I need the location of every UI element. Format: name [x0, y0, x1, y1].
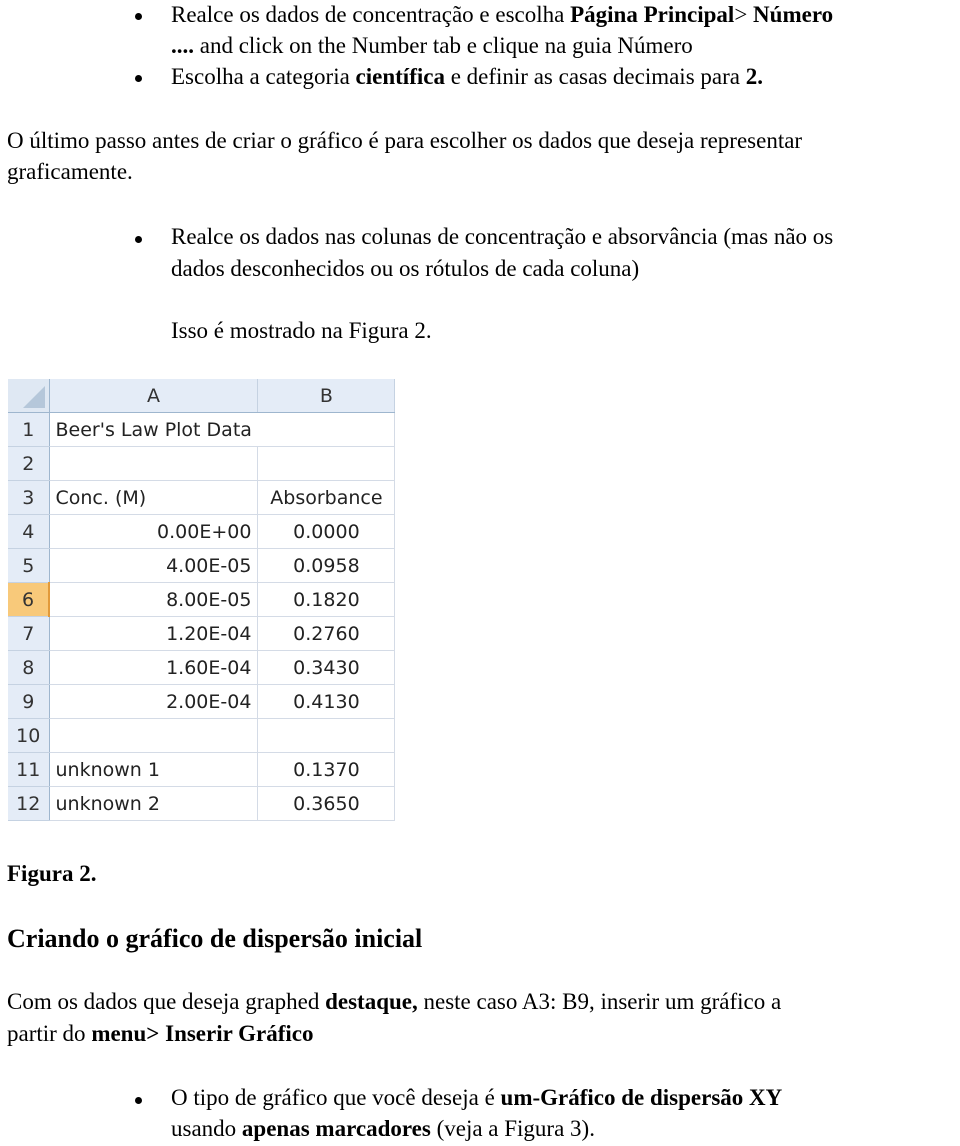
- row-header[interactable]: 7: [8, 616, 50, 651]
- row-header[interactable]: 2: [8, 446, 50, 481]
- instruction-line: O tipo de gráfico que você deseja é um-G…: [171, 1085, 783, 1110]
- table-row: 2: [8, 446, 396, 481]
- cell-a6[interactable]: 8.00E-05: [49, 582, 259, 617]
- cell-b3[interactable]: Absorbance: [257, 480, 396, 515]
- column-header-b[interactable]: B: [257, 379, 396, 413]
- cell-b2[interactable]: [257, 446, 396, 481]
- cell-a4[interactable]: 0.00E+00: [49, 514, 259, 549]
- table-row: 1 Beer's Law Plot Data: [8, 412, 396, 447]
- cell-a12[interactable]: unknown 2: [49, 786, 259, 821]
- cell-b9[interactable]: 0.4130: [257, 684, 396, 719]
- cell-a1[interactable]: Beer's Law Plot Data: [49, 412, 258, 447]
- cell-a2[interactable]: [49, 446, 259, 481]
- row-header[interactable]: 11: [8, 752, 50, 787]
- table-row: 3 Conc. (M) Absorbance: [8, 480, 396, 515]
- table-row: 7 1.20E-04 0.2760: [8, 616, 396, 651]
- instruction-line: .... and click on the Number tab e cliqu…: [171, 33, 693, 58]
- row-header[interactable]: 9: [8, 684, 50, 719]
- cell-a10[interactable]: [49, 718, 259, 753]
- table-row-selected: 6 8.00E-05 0.1820: [8, 582, 396, 617]
- select-all-corner[interactable]: [8, 379, 50, 413]
- figure-reference: Isso é mostrado na Figura 2.: [171, 318, 432, 343]
- row-header-selected[interactable]: 6: [8, 582, 50, 617]
- paragraph-text: Com os dados que deseja graphed destaque…: [7, 989, 782, 1014]
- menu-path-number: Número: [753, 2, 834, 27]
- cell-b10[interactable]: [257, 718, 396, 753]
- row-header[interactable]: 4: [8, 514, 50, 549]
- cell-a5[interactable]: 4.00E-05: [49, 548, 259, 583]
- row-header[interactable]: 3: [8, 480, 50, 515]
- spreadsheet-grid: A B 1 Beer's Law Plot Data 2 3 Conc. (M)…: [8, 379, 396, 821]
- bullet-icon: [135, 13, 142, 20]
- table-row: 4 0.00E+00 0.0000: [8, 514, 396, 549]
- cell-b4[interactable]: 0.0000: [257, 514, 396, 549]
- table-row: 12 unknown 2 0.3650: [8, 786, 396, 821]
- bullet-icon: [135, 1097, 142, 1104]
- paragraph-text: graficamente.: [7, 159, 133, 184]
- row-header[interactable]: 1: [8, 412, 50, 447]
- cell-b8[interactable]: 0.3430: [257, 650, 396, 685]
- instruction-line: Realce os dados nas colunas de concentra…: [171, 224, 834, 249]
- cell-a9[interactable]: 2.00E-04: [49, 684, 259, 719]
- instruction-line: dados desconhecidos ou os rótulos de cad…: [171, 256, 640, 281]
- cell-a7[interactable]: 1.20E-04: [49, 616, 259, 651]
- menu-path-insert-chart: menu> Inserir Gráfico: [91, 1021, 314, 1046]
- spreadsheet-figure: A B 1 Beer's Law Plot Data 2 3 Conc. (M)…: [8, 379, 396, 821]
- cell-b6[interactable]: 0.1820: [257, 582, 396, 617]
- cell-a3[interactable]: Conc. (M): [49, 480, 259, 515]
- menu-path-home: Página Principal: [570, 2, 735, 27]
- instruction-line: Escolha a categoria científica e definir…: [171, 64, 763, 89]
- instruction-line: Realce os dados de concentração e escolh…: [171, 2, 834, 27]
- row-header[interactable]: 10: [8, 718, 50, 753]
- table-row: 10: [8, 718, 396, 753]
- row-header[interactable]: 8: [8, 650, 50, 685]
- cell-a8[interactable]: 1.60E-04: [49, 650, 259, 685]
- column-header-row: A B: [8, 379, 396, 413]
- table-row: 8 1.60E-04 0.3430: [8, 650, 396, 685]
- column-header-a[interactable]: A: [49, 379, 259, 413]
- table-row: 9 2.00E-04 0.4130: [8, 684, 396, 719]
- table-row: 5 4.00E-05 0.0958: [8, 548, 396, 583]
- cell-b5[interactable]: 0.0958: [257, 548, 396, 583]
- row-header[interactable]: 5: [8, 548, 50, 583]
- cell-b11[interactable]: 0.1370: [257, 752, 396, 787]
- bullet-icon: [135, 236, 142, 243]
- cell-b1[interactable]: [257, 412, 396, 447]
- table-row: 11 unknown 1 0.1370: [8, 752, 396, 787]
- cell-b12[interactable]: 0.3650: [257, 786, 396, 821]
- cell-a11[interactable]: unknown 1: [49, 752, 259, 787]
- paragraph-text: O último passo antes de criar o gráfico …: [7, 128, 803, 153]
- bullet-icon: [135, 75, 142, 82]
- cell-b7[interactable]: 0.2760: [257, 616, 396, 651]
- instruction-line: usando apenas marcadores (veja a Figura …: [171, 1116, 595, 1141]
- row-header[interactable]: 12: [8, 786, 50, 821]
- figure-caption: Figura 2.: [7, 861, 97, 886]
- section-heading: Criando o gráfico de dispersão inicial: [7, 924, 423, 953]
- paragraph-text: partir do menu> Inserir Gráfico: [7, 1021, 314, 1046]
